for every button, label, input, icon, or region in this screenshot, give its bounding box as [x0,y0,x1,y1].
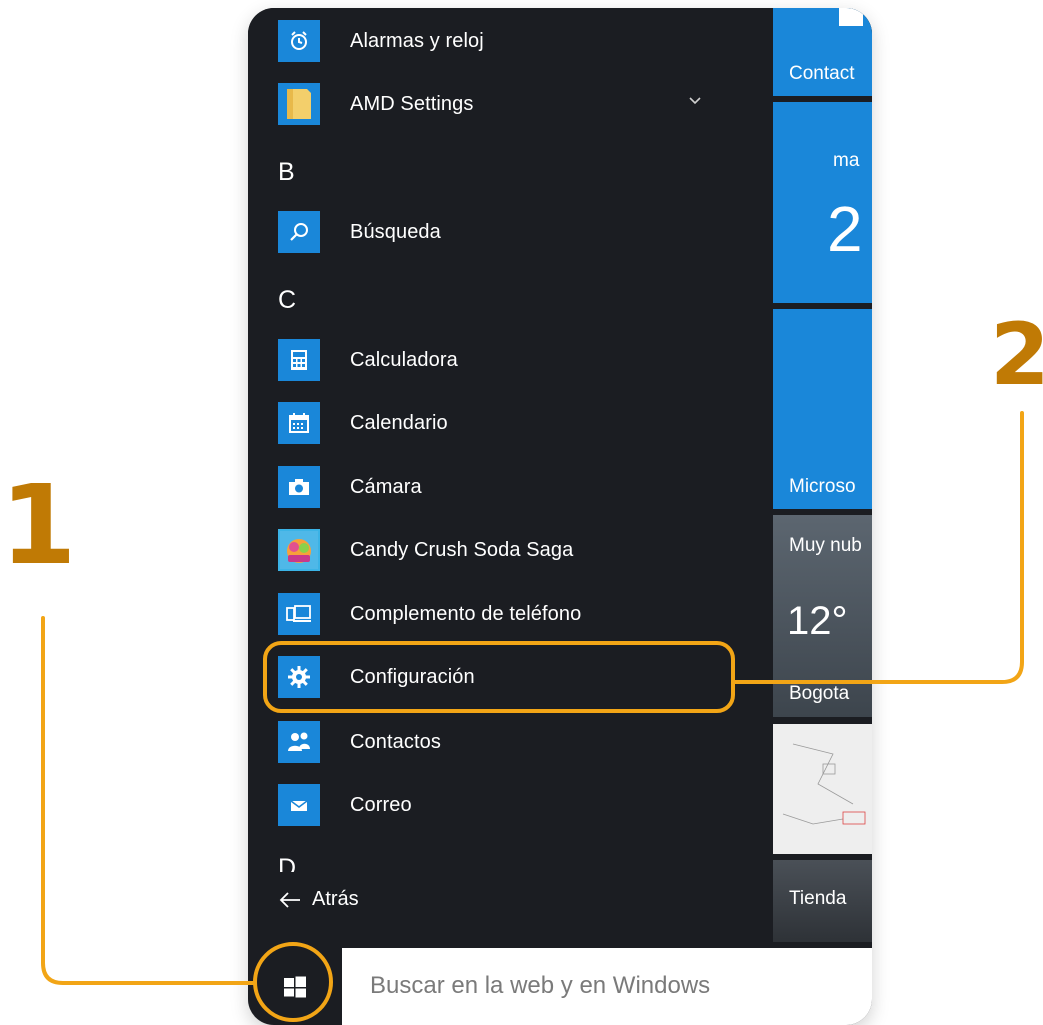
callout-lines [41,411,1024,985]
step-number-2: 2 [990,305,1043,405]
step-number-1: 1 [0,461,77,589]
